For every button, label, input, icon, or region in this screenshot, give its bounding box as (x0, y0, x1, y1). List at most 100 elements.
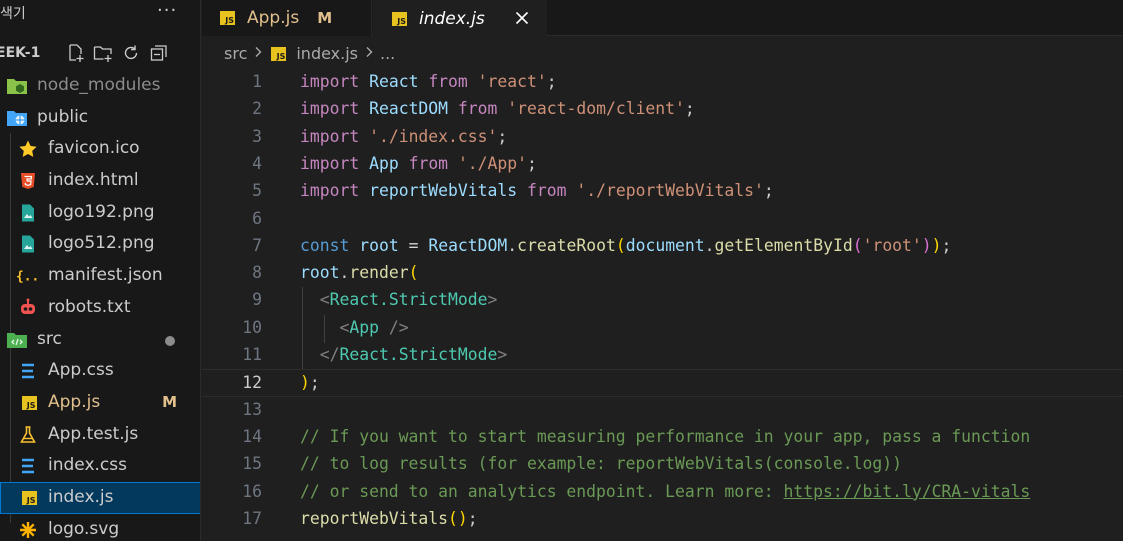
breadcrumb-file[interactable]: index.js (296, 44, 358, 63)
line-number: 6 (252, 208, 262, 228)
new-file-icon[interactable] (64, 42, 86, 64)
tab-label: index.js (419, 8, 485, 29)
code-text: import ReactDOM from 'react-dom/client'; (300, 99, 695, 119)
line-number: 15 (242, 454, 262, 474)
tree-item-label: node_modules (37, 75, 161, 95)
tab-index-js[interactable]: JS index.js (373, 0, 547, 37)
workspace-title: EEK-1 (0, 45, 41, 61)
line-number: 7 (252, 235, 262, 255)
code-text: // to log results (for example: reportWe… (300, 454, 902, 474)
modified-badge: M (317, 9, 333, 27)
line-number: 11 (242, 345, 262, 364)
code-text: ); (300, 373, 320, 393)
tree-item-logo-svg[interactable]: logo.svg (0, 514, 200, 541)
code-line[interactable]: 3 import './index.css'; (202, 124, 1123, 151)
js-file-icon: JS (392, 11, 407, 26)
code-line[interactable]: 16 // or send to an analytics endpoint. … (202, 479, 1123, 506)
code-line[interactable]: 13 (202, 397, 1123, 424)
close-icon[interactable] (511, 7, 533, 29)
code-line[interactable]: 15 // to log results (for example: repor… (202, 451, 1123, 478)
code-link[interactable]: https://bit.ly/CRA-vitals (784, 482, 1031, 501)
more-actions-icon[interactable]: ··· (157, 0, 177, 21)
code-text: reportWebVitals(); (300, 508, 478, 528)
line-number: 10 (242, 317, 262, 337)
code-line[interactable]: 17 reportWebVitals(); (202, 506, 1123, 533)
code-line[interactable]: 8 root.render( (202, 260, 1123, 287)
html5-icon (17, 170, 39, 192)
tree-item-label: manifest.json (48, 265, 163, 286)
tree-item-label: index.html (48, 170, 139, 191)
json-icon: {..} (16, 265, 38, 287)
code-text: import React from 'react'; (300, 72, 557, 91)
tree-item-label: App.css (48, 360, 114, 381)
explorer-sidebar: 색기 ··· EEK-1 node_modules public favicon… (0, 0, 201, 541)
refresh-icon[interactable] (120, 42, 142, 64)
explorer-actions (64, 42, 170, 64)
tab-app-js[interactable]: JS App.js M (202, 0, 372, 36)
code-line[interactable]: 1 import React from 'react'; (202, 69, 1123, 96)
line-number: 12 (242, 373, 262, 393)
code-line[interactable]: 5 import reportWebVitals from './reportW… (202, 178, 1123, 205)
code-text: root.render( (300, 263, 419, 283)
code-text: // or send to an analytics endpoint. Lea… (300, 481, 1031, 501)
code-line[interactable]: 10 <App /> (202, 315, 1123, 342)
image-icon (17, 233, 39, 255)
css3-icon (17, 360, 39, 382)
code-line[interactable]: 14 // If you want to start measuring per… (202, 424, 1123, 451)
tree-item-app-css[interactable]: App.css (0, 355, 200, 387)
code-line[interactable]: 9 <React.StrictMode> (202, 287, 1123, 314)
breadcrumb: src JS index.js ... (202, 37, 1123, 70)
code-line[interactable]: 4 import App from './App'; (202, 151, 1123, 178)
code-line[interactable]: 2 import ReactDOM from 'react-dom/client… (202, 96, 1123, 123)
breadcrumb-symbols[interactable]: ... (380, 44, 395, 63)
tree-item-index-css[interactable]: index.css (0, 450, 200, 482)
modified-badge: M (162, 392, 177, 411)
line-number: 4 (252, 153, 262, 173)
code-text: import reportWebVitals from './reportWeb… (300, 181, 774, 201)
tree-item-label: public (37, 106, 89, 127)
tree-item-src[interactable]: src (0, 324, 200, 356)
css3-icon (17, 455, 39, 477)
code-text: <React.StrictMode> (319, 290, 498, 310)
code-line[interactable]: 11 </React.StrictMode> (202, 342, 1123, 369)
tree-item-index-js[interactable]: JS index.js (0, 481, 200, 514)
tree-item-robots-txt[interactable]: robots.txt (0, 292, 200, 324)
code-editor[interactable]: 1 import React from 'react'; 2 import Re… (202, 69, 1123, 541)
code-line[interactable]: 7 const root = ReactDOM.createRoot(docum… (202, 233, 1123, 260)
collapse-all-icon[interactable] (148, 42, 170, 64)
robot-icon (17, 297, 39, 319)
line-number: 16 (242, 481, 262, 501)
chevron-right-icon (253, 46, 263, 62)
workspace-section-header[interactable]: EEK-1 (0, 40, 200, 66)
code-text: const root = ReactDOM.createRoot(documen… (300, 235, 952, 255)
line-number: 3 (252, 126, 262, 146)
tree-item-app-test-js[interactable]: App.test.js (0, 419, 200, 451)
star-icon (17, 138, 39, 160)
breadcrumb-folder[interactable]: src (224, 44, 247, 63)
tree-item-public[interactable]: public (0, 102, 200, 134)
tree-item-favicon-ico[interactable]: favicon.ico (0, 133, 200, 165)
line-number: 1 (252, 72, 262, 91)
tree-item-label: logo.svg (48, 518, 120, 539)
public-folder-icon (6, 107, 28, 129)
node-folder-icon (6, 75, 28, 97)
code-line-current[interactable]: 12 ); (202, 369, 1123, 397)
tab-label: App.js (247, 8, 300, 28)
line-number: 5 (252, 181, 262, 201)
code-text: import './index.css'; (300, 126, 508, 146)
new-folder-icon[interactable] (92, 42, 114, 64)
tree-item-manifest-json[interactable]: {..} manifest.json (0, 260, 200, 292)
tree-item-logo192-png[interactable]: logo192.png (0, 197, 200, 229)
code-text: // If you want to start measuring perfor… (300, 426, 1031, 446)
line-number: 13 (242, 399, 262, 419)
tree-item-node-modules[interactable]: node_modules (0, 70, 200, 102)
svg-asterisk-icon (17, 519, 39, 541)
code-line[interactable]: 6 (202, 206, 1123, 233)
line-number: 8 (252, 263, 262, 283)
line-number: 17 (242, 508, 262, 528)
code-text: <App /> (339, 317, 409, 337)
tree-item-logo512-png[interactable]: logo512.png (0, 228, 200, 260)
tree-item-app-js[interactable]: JS App.js M (0, 387, 200, 419)
tree-item-index-html[interactable]: index.html (0, 165, 200, 197)
chevron-right-icon (364, 46, 374, 62)
